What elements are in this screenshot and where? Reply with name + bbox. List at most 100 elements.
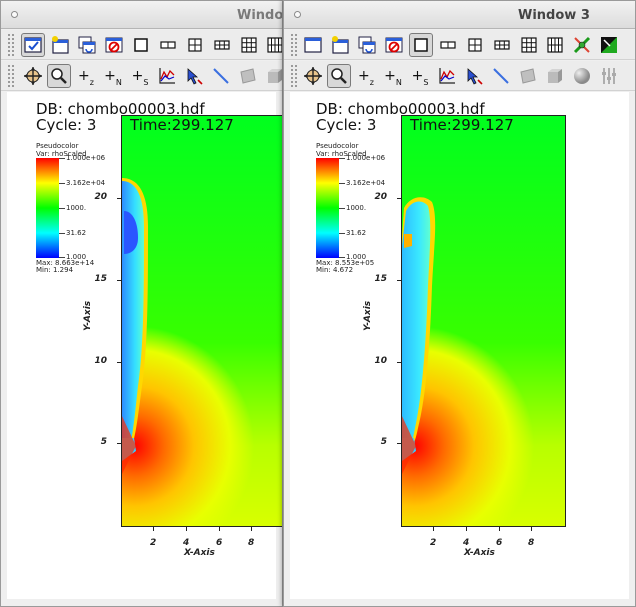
layout-3x3-icon[interactable] [517, 33, 541, 57]
window-menu-dot[interactable] [294, 11, 301, 18]
cycle-label: Cycle: 3 [36, 116, 97, 134]
curve-icon[interactable] [435, 64, 459, 88]
layout-3x3-icon[interactable] [237, 33, 261, 57]
legend-tick-label: 3.162e+04 [66, 179, 106, 187]
x-tick [251, 527, 252, 531]
y-tick [397, 443, 401, 444]
toolbar-row2-left: + z + N + S [1, 61, 282, 91]
plane-icon[interactable] [236, 64, 260, 88]
layout-1x2-icon[interactable] [156, 33, 180, 57]
x-tick-label: 8 [248, 538, 255, 548]
spreadsheet-pick-icon[interactable]: + S [128, 64, 152, 88]
window-right: Window 3 + z + N + S DB: chombo00003.hdf… [283, 0, 636, 607]
new-window-icon[interactable] [328, 33, 352, 57]
toolbar-grip-icon[interactable] [8, 65, 14, 87]
x-tick-label: 2 [150, 538, 157, 548]
layout-4x4-icon[interactable] [263, 33, 282, 57]
layout-2x3-icon[interactable] [490, 33, 514, 57]
time-label: Time:299.127 [130, 116, 234, 134]
y-tick-label: 15 [374, 274, 387, 284]
legend-mark [339, 208, 345, 209]
zone-pick-icon[interactable]: + z [354, 64, 378, 88]
pick-icon[interactable] [182, 64, 206, 88]
pick-icon[interactable] [462, 64, 486, 88]
legend-mark [59, 158, 65, 159]
layout-2x3-icon[interactable] [210, 33, 234, 57]
legend-tick-label: 3.162e+04 [346, 179, 386, 187]
delete-window-icon[interactable] [102, 33, 126, 57]
y-tick-label: 20 [94, 192, 107, 202]
layout-1x1-icon[interactable] [409, 33, 433, 57]
legend-plot-type: Pseudocolor [36, 142, 79, 150]
x-tick-label: 4 [463, 538, 470, 548]
legend-mark [59, 257, 65, 258]
window-title-right: Window 3 [518, 8, 590, 23]
titlebar-right[interactable]: Window 3 [284, 1, 635, 29]
legend-color-bar [316, 158, 339, 258]
legend-tick-label: 1.000e+06 [66, 154, 106, 162]
x-tick-label: 6 [496, 538, 503, 548]
delete-window-icon[interactable] [382, 33, 406, 57]
layout-1x2-icon[interactable] [436, 33, 460, 57]
titlebar-left[interactable]: Windo [1, 1, 282, 29]
toolbar-row1-right [284, 30, 635, 60]
layout-2x2-icon[interactable] [183, 33, 207, 57]
x-tick-label: 4 [183, 538, 190, 548]
lock-view-icon[interactable] [570, 33, 594, 57]
y-axis-title: Y-Axis [363, 300, 373, 331]
layout-1x1-icon[interactable] [129, 33, 153, 57]
layout-2x2-icon[interactable] [463, 33, 487, 57]
pseudocolor-field-right [402, 116, 565, 526]
y-tick-label: 15 [94, 274, 107, 284]
toolbar-grip-icon[interactable] [291, 34, 297, 56]
legend-plot-type: Pseudocolor [316, 142, 359, 150]
new-window-icon[interactable] [48, 33, 72, 57]
line-out-icon[interactable] [209, 64, 233, 88]
legend-color-bar [36, 158, 59, 258]
spreadsheet-pick-icon[interactable]: + S [408, 64, 432, 88]
active-window-icon[interactable] [301, 33, 325, 57]
node-pick-icon[interactable]: + N [381, 64, 405, 88]
legend-mark [339, 233, 345, 234]
x-tick-label: 6 [216, 538, 223, 548]
y-tick [397, 198, 401, 199]
x-tick [433, 527, 434, 531]
navigate-icon[interactable] [21, 64, 45, 88]
box-icon[interactable] [263, 64, 282, 88]
pseudocolor-field-left [122, 116, 282, 526]
y-tick [397, 362, 401, 363]
layout-4x4-icon[interactable] [543, 33, 567, 57]
x-tick [531, 527, 532, 531]
navigate-icon[interactable] [301, 64, 325, 88]
y-tick-label: 20 [374, 192, 387, 202]
line-out-icon[interactable] [489, 64, 513, 88]
legend-tick-label: 31.62 [346, 229, 367, 237]
legend-tick-label: 1000. [66, 204, 87, 212]
sphere-icon[interactable] [570, 64, 594, 88]
zone-pick-icon[interactable]: + z [74, 64, 98, 88]
active-window-icon[interactable] [21, 33, 45, 57]
node-pick-icon[interactable]: + N [101, 64, 125, 88]
curve-icon[interactable] [155, 64, 179, 88]
window-left: Windo + z + N + S DB: chombo00003.hdf Cy… [0, 0, 283, 607]
clone-window-icon[interactable] [355, 33, 379, 57]
legend-tick-label: 1000. [346, 204, 367, 212]
window-menu-dot[interactable] [11, 11, 18, 18]
plane-icon[interactable] [516, 64, 540, 88]
legend-min: Min: 4.672 [316, 266, 354, 274]
legend-mark [339, 158, 345, 159]
plot-area-right[interactable] [401, 115, 566, 527]
zoom-icon[interactable] [47, 64, 71, 88]
cycle-label: Cycle: 3 [316, 116, 377, 134]
box-icon[interactable] [543, 64, 567, 88]
toolbar-grip-icon[interactable] [8, 34, 14, 56]
toolbar-grip-icon[interactable] [291, 65, 297, 87]
y-tick-label: 10 [374, 356, 387, 366]
spin-mode-icon[interactable] [597, 33, 621, 57]
axis-restriction-icon[interactable] [597, 64, 621, 88]
zoom-icon[interactable] [327, 64, 351, 88]
plot-area-left[interactable] [121, 115, 282, 527]
legend-mark [59, 233, 65, 234]
clone-window-icon[interactable] [75, 33, 99, 57]
window-title-left: Windo [237, 8, 283, 23]
